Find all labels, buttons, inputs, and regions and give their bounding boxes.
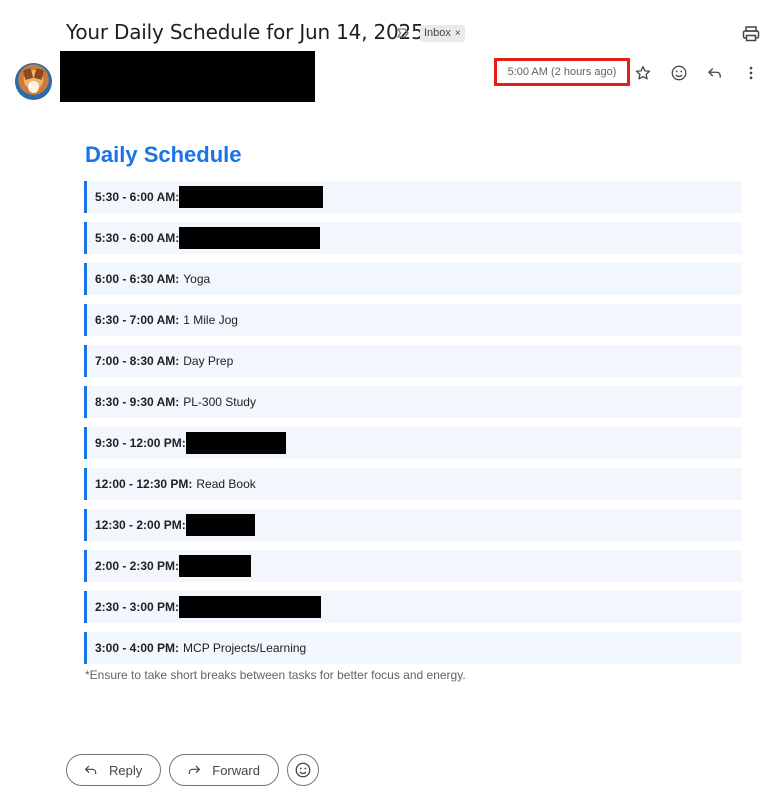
schedule-item-task-redacted bbox=[185, 432, 286, 454]
schedule-item: 6:00 - 6:30 AM: Yoga bbox=[84, 263, 742, 295]
sender-avatar[interactable] bbox=[15, 63, 52, 100]
timestamp-highlight: 5:00 AM (2 hours ago) bbox=[494, 58, 630, 86]
label-importance-icon[interactable] bbox=[396, 26, 410, 40]
schedule-item: 5:30 - 6:00 AM: bbox=[84, 222, 742, 254]
schedule-item: 3:00 - 4:00 PM: MCP Projects/Learning bbox=[84, 632, 742, 664]
schedule-item-task-redacted bbox=[179, 227, 321, 249]
emoji-reaction-button[interactable] bbox=[286, 754, 319, 786]
schedule-item-task-redacted bbox=[179, 596, 322, 618]
schedule-item: 2:00 - 2:30 PM: bbox=[84, 550, 742, 582]
schedule-item-time: 12:30 - 2:00 PM: bbox=[95, 518, 186, 532]
reply-icon bbox=[84, 765, 97, 774]
more-vert-icon[interactable] bbox=[741, 63, 761, 83]
inbox-label-chip[interactable]: Inbox × bbox=[420, 25, 465, 42]
remove-label-button[interactable]: × bbox=[455, 25, 461, 42]
sender-info-redacted bbox=[60, 51, 315, 102]
schedule-note: *Ensure to take short breaks between tas… bbox=[85, 668, 466, 682]
schedule-item-time: 2:30 - 3:00 PM: bbox=[95, 600, 180, 614]
print-icon[interactable] bbox=[741, 24, 761, 44]
schedule-item-time: 8:30 - 9:30 AM: bbox=[95, 395, 180, 409]
schedule-item: 6:30 - 7:00 AM: 1 Mile Jog bbox=[84, 304, 742, 336]
forward-button[interactable]: Forward bbox=[169, 754, 279, 786]
schedule-item: 5:30 - 6:00 AM: bbox=[84, 181, 742, 213]
reply-button[interactable]: Reply bbox=[66, 754, 162, 786]
reply-icon[interactable] bbox=[705, 63, 725, 83]
schedule-item-time: 6:30 - 7:00 AM: bbox=[95, 313, 180, 327]
email-timestamp[interactable]: 5:00 AM (2 hours ago) bbox=[508, 66, 617, 78]
schedule-item-task: PL-300 Study bbox=[183, 395, 256, 409]
star-icon[interactable] bbox=[633, 63, 653, 83]
schedule-item-time: 12:00 - 12:30 PM: bbox=[95, 477, 193, 491]
emoji-icon[interactable] bbox=[669, 63, 689, 83]
schedule-item: 12:30 - 2:00 PM: bbox=[84, 509, 742, 541]
schedule-item-time: 5:30 - 6:00 AM: bbox=[95, 190, 180, 204]
schedule-item: 8:30 - 9:30 AM: PL-300 Study bbox=[84, 386, 742, 418]
schedule-item: 7:00 - 8:30 AM: Day Prep bbox=[84, 345, 742, 377]
schedule-item: 9:30 - 12:00 PM: bbox=[84, 427, 742, 459]
schedule-item-task-redacted bbox=[179, 555, 252, 577]
forward-icon bbox=[188, 765, 201, 774]
schedule-item-time: 2:00 - 2:30 PM: bbox=[95, 559, 180, 573]
inbox-label-text: Inbox bbox=[424, 27, 451, 39]
reply-button-label: Reply bbox=[109, 762, 143, 778]
schedule-item-time: 6:00 - 6:30 AM: bbox=[95, 272, 180, 286]
schedule-item: 12:00 - 12:30 PM: Read Book bbox=[84, 468, 742, 500]
schedule-item-task: MCP Projects/Learning bbox=[183, 641, 307, 655]
message-actions: Reply Forward bbox=[66, 754, 319, 786]
schedule-item-task: Day Prep bbox=[183, 354, 234, 368]
schedule-item-time: 7:00 - 8:30 AM: bbox=[95, 354, 180, 368]
schedule-item: 2:30 - 3:00 PM: bbox=[84, 591, 742, 623]
emoji-icon bbox=[295, 762, 311, 778]
schedule-item-time: 9:30 - 12:00 PM: bbox=[95, 436, 186, 450]
schedule-item-task: 1 Mile Jog bbox=[183, 313, 238, 327]
schedule-item-task: Yoga bbox=[183, 272, 211, 286]
schedule-heading: Daily Schedule bbox=[85, 142, 242, 167]
schedule-item-task-redacted bbox=[185, 514, 255, 536]
schedule-item-task: Read Book bbox=[196, 477, 256, 491]
schedule-list: 5:30 - 6:00 AM: 5:30 - 6:00 AM: 6:00 - 6:3… bbox=[84, 181, 742, 664]
schedule-item-time: 3:00 - 4:00 PM: bbox=[95, 641, 180, 655]
email-body: Daily Schedule 5:30 - 6:00 AM: 5:30 - 6:0… bbox=[84, 142, 742, 682]
forward-button-label: Forward bbox=[212, 762, 260, 778]
schedule-item-time: 5:30 - 6:00 AM: bbox=[95, 231, 180, 245]
schedule-item-task-redacted bbox=[179, 186, 324, 208]
email-subject: Your Daily Schedule for Jun 14, 2025 bbox=[66, 20, 424, 44]
